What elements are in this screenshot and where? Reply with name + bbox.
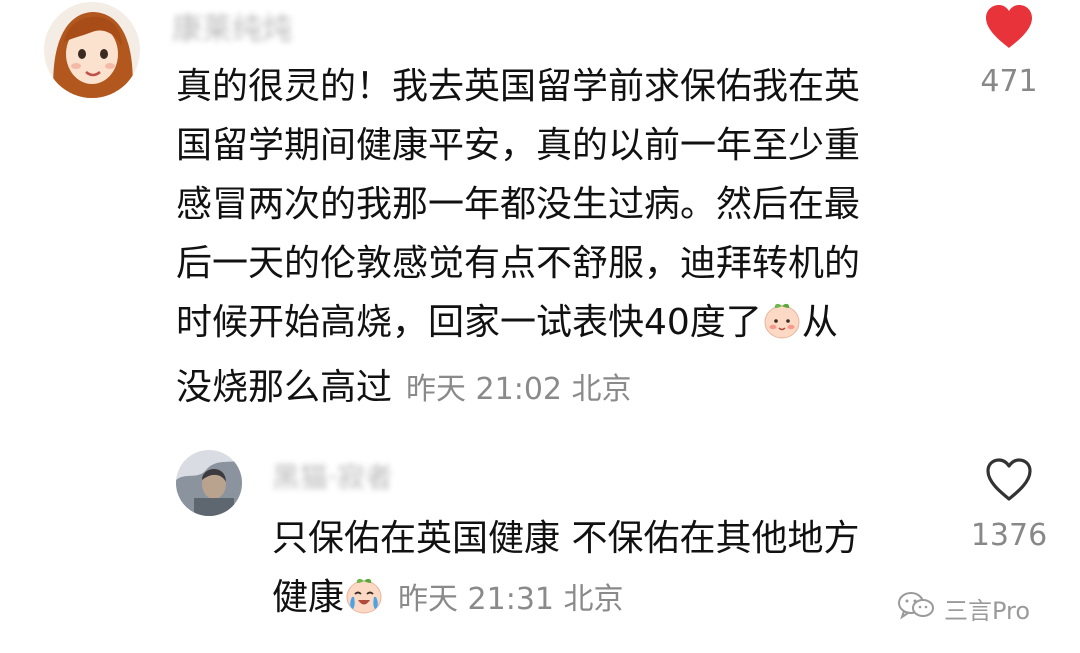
comment-final-line: 没烧那么高过 昨天 21:02 北京	[176, 358, 860, 419]
comment-line: 时候开始高烧，回家一试表快40度了	[176, 302, 762, 343]
watermark: 三言Pro	[896, 590, 1030, 626]
comment-line: 真的很灵的！我去英国留学前求保佑我在英	[176, 66, 861, 107]
comment-body: 只保佑在英国健康 不保佑在其他地方 健康 昨天 21:31 北京	[272, 509, 859, 633]
like-count: 1376	[970, 518, 1048, 553]
comment-line: 没烧那么高过	[176, 367, 393, 408]
comment-line: 后一天的伦敦感觉有点不舒服，迪拜转机的	[176, 243, 861, 284]
like-button[interactable]	[984, 4, 1034, 50]
user-avatar-photo	[176, 450, 242, 516]
comment-body: 真的很灵的！我去英国留学前求保佑我在英 国留学期间健康平安，真的以前一年至少重 …	[176, 57, 860, 419]
heart-filled-icon	[986, 5, 1032, 48]
user-avatar-illustration	[44, 2, 140, 98]
avatar[interactable]	[176, 450, 242, 516]
comment-line: 感冒两次的我那一年都没生过病。然后在最	[176, 184, 861, 225]
heart-outline-icon	[986, 458, 1032, 501]
comment-line: 从	[801, 302, 838, 343]
timestamp: 昨天 21:02 北京	[406, 372, 632, 407]
comment-line: 国留学期间健康平安，真的以前一年至少重	[176, 125, 861, 166]
comment-final-line: 健康 昨天 21:31 北京	[272, 568, 859, 633]
username[interactable]: 康莱纯炖	[172, 4, 292, 48]
like-count: 471	[980, 64, 1038, 99]
wechat-icon	[896, 590, 936, 626]
comment-line-with-emoji: 时候开始高烧，回家一试表快40度了 从	[176, 293, 860, 358]
like-button[interactable]	[984, 457, 1034, 503]
crying-laughing-peach-emoji	[344, 574, 384, 633]
avatar[interactable]	[44, 2, 140, 98]
comment-line: 只保佑在英国健康 不保佑在其他地方	[272, 518, 860, 559]
blushing-peach-emoji	[762, 299, 802, 358]
comment-line: 健康	[272, 577, 345, 618]
watermark-text: 三言Pro	[944, 596, 1031, 625]
timestamp: 昨天 21:31 北京	[398, 582, 624, 617]
username[interactable]: 黑猫·寂者	[272, 456, 393, 496]
